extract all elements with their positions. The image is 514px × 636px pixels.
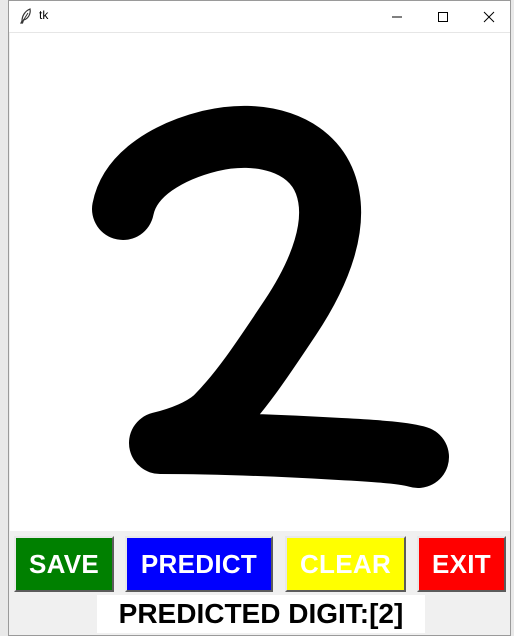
close-button[interactable]	[466, 1, 512, 32]
save-button[interactable]: SAVE	[14, 536, 114, 592]
minimize-button[interactable]	[374, 1, 420, 32]
predict-button[interactable]: PREDICT	[125, 536, 273, 592]
save-button-label: SAVE	[28, 548, 100, 579]
maximize-icon	[438, 11, 448, 22]
desktop-background-left	[0, 0, 8, 636]
drawing-canvas[interactable]	[10, 33, 510, 531]
app-window: tk SAVE PREDICT CLEAR EXIT PREDICTED DIG…	[8, 0, 511, 636]
title-bar[interactable]: tk	[9, 1, 510, 33]
minimize-icon	[392, 16, 402, 17]
clear-button-label: CLEAR	[299, 548, 392, 579]
close-icon	[483, 11, 495, 22]
handwritten-digit-stroke	[92, 105, 449, 488]
window-title: tk	[39, 8, 49, 22]
prediction-result-label: PREDICTED DIGIT:[2]	[97, 595, 425, 633]
clear-button[interactable]: CLEAR	[285, 536, 406, 592]
exit-button[interactable]: EXIT	[417, 536, 506, 592]
predict-button-label: PREDICT	[140, 548, 258, 579]
exit-button-label: EXIT	[432, 548, 491, 579]
feather-icon	[19, 8, 33, 24]
maximize-button[interactable]	[420, 1, 466, 32]
